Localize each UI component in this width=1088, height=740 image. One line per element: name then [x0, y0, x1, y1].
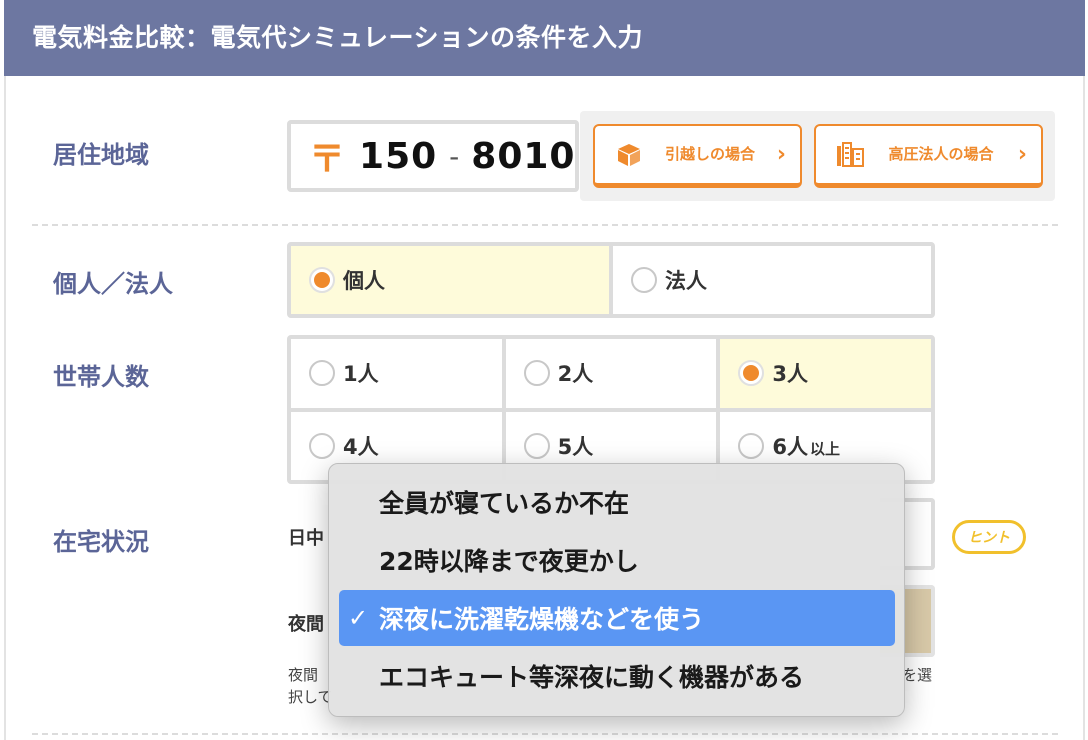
option-label: 法人 — [665, 269, 707, 293]
residence-label: 居住地域 — [53, 141, 149, 169]
postal-code-first: 150 — [359, 135, 438, 177]
section-divider — [32, 733, 1058, 735]
household-label: 世帯人数 — [53, 363, 149, 391]
night-usage-dropdown-menu: 全員が寝ているか不在 22時以降まで夜更かし ✓ 深夜に洗濯乾燥機などを使う エ… — [328, 463, 905, 717]
postal-code-field[interactable]: 〒 150 - 8010 — [287, 120, 579, 192]
menu-item-ecocute-devices[interactable]: エコキュート等深夜に動く機器がある — [339, 648, 895, 704]
menu-item-late-night-dryer[interactable]: ✓ 深夜に洗濯乾燥機などを使う — [339, 590, 895, 646]
radio-empty-icon — [309, 360, 335, 387]
radio-selected-icon — [309, 267, 335, 293]
radio-empty-icon — [309, 432, 335, 459]
postal-code-dash: - — [449, 139, 460, 173]
option-label: 5人 — [557, 434, 594, 459]
option-suffix: 以上 — [809, 440, 840, 459]
box-icon — [615, 142, 643, 168]
radio-empty-icon — [523, 360, 550, 387]
night-label: 夜間 — [288, 614, 324, 635]
option-1-person[interactable]: 1人 — [291, 339, 502, 408]
entity-type-options: 個人 法人 — [287, 242, 935, 318]
radio-selected-icon — [738, 360, 765, 387]
option-individual[interactable]: 個人 — [291, 246, 609, 314]
hint-badge[interactable]: ヒント — [952, 520, 1026, 554]
option-label: 1人 — [343, 362, 379, 387]
home-status-label: 在宅状況 — [53, 528, 149, 556]
checkmark-icon: ✓ — [348, 604, 369, 632]
menu-item-absent-or-asleep[interactable]: 全員が寝ているか不在 — [339, 474, 895, 530]
moving-button[interactable]: 引越しの場合 › — [593, 124, 802, 188]
household-options: 1人 2人 3人 4人 5人 6人 以上 — [287, 335, 935, 484]
option-3-people[interactable]: 3人 — [720, 339, 931, 408]
option-label: 2人 — [557, 362, 594, 387]
postal-code-second: 8010 — [471, 135, 576, 177]
option-corporate[interactable]: 法人 — [613, 246, 931, 314]
radio-empty-icon — [631, 267, 657, 293]
postal-mark-icon: 〒 — [309, 139, 346, 180]
high-voltage-button-label: 高圧法人の場合 — [888, 145, 994, 163]
daytime-label: 日中 — [288, 528, 324, 549]
option-label: 4人 — [343, 434, 379, 459]
chevron-right-icon: › — [776, 142, 786, 167]
note-line2-left: 択して — [288, 688, 333, 706]
chevron-right-icon: › — [1017, 142, 1027, 167]
note-line1-right: を選 — [902, 666, 933, 684]
entity-type-label: 個人／法人 — [53, 270, 173, 298]
note-line1-left: 夜間 — [288, 666, 319, 684]
menu-item-label: 22時以降まで夜更かし — [379, 547, 639, 576]
option-2-people[interactable]: 2人 — [505, 339, 717, 408]
menu-item-label: エコキュート等深夜に動く機器がある — [379, 663, 805, 692]
radio-empty-icon — [738, 432, 765, 459]
option-label: 6人 — [772, 434, 808, 459]
menu-item-label: 深夜に洗濯乾燥機などを使う — [379, 605, 705, 634]
section-divider — [32, 224, 1058, 226]
moving-button-label: 引越しの場合 — [664, 145, 755, 163]
menu-item-label: 全員が寝ているか不在 — [379, 489, 630, 518]
option-label: 個人 — [343, 269, 385, 293]
high-voltage-button[interactable]: 高圧法人の場合 › — [814, 124, 1043, 188]
menu-item-stay-up-late[interactable]: 22時以降まで夜更かし — [339, 532, 895, 588]
building-icon — [836, 141, 864, 168]
option-label: 3人 — [772, 362, 808, 387]
radio-empty-icon — [523, 432, 550, 459]
page-title: 電気料金比較：電気代シミュレーションの条件を入力 — [4, 0, 1085, 76]
